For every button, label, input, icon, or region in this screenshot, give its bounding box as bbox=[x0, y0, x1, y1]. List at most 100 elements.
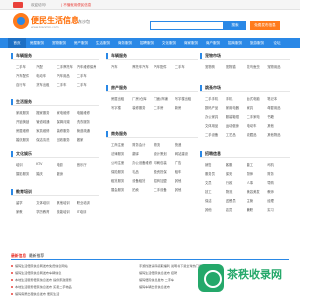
category-link[interactable]: 手机 bbox=[226, 96, 246, 101]
category-link[interactable]: 网站建设 bbox=[175, 151, 195, 156]
nav-item[interactable]: 首页 bbox=[8, 38, 26, 48]
category-link[interactable]: 服装鞋帽 bbox=[226, 114, 246, 119]
category-link[interactable]: 二手车 bbox=[57, 82, 76, 87]
category-link[interactable]: 其他物品 bbox=[267, 132, 287, 137]
category-link[interactable]: 摄影服务 bbox=[16, 171, 35, 176]
nav-item[interactable]: 房产服务 bbox=[70, 38, 92, 48]
category-link[interactable]: 二手设备 bbox=[205, 132, 225, 137]
category-link[interactable]: 设计策划 bbox=[154, 151, 174, 156]
category-link[interactable]: 写字楼 bbox=[111, 105, 131, 110]
category-link[interactable]: 司机 bbox=[267, 162, 287, 167]
category-link[interactable]: 留学 bbox=[16, 200, 35, 205]
category-link[interactable]: 职业培训 bbox=[77, 200, 96, 205]
category-link[interactable]: 厨师 bbox=[247, 171, 267, 176]
category-link[interactable]: 数码产品 bbox=[205, 105, 225, 110]
category-link[interactable]: 二手车 bbox=[77, 73, 96, 78]
nav-item[interactable]: 宠物服务 bbox=[48, 38, 70, 48]
category-link[interactable]: 主管 bbox=[247, 198, 267, 203]
nav-item[interactable]: 论坛 bbox=[268, 38, 286, 48]
category-link[interactable]: 管道疏通 bbox=[77, 128, 96, 133]
category-link[interactable]: 设备租赁 bbox=[132, 178, 152, 183]
category-link[interactable]: 新房 bbox=[175, 105, 195, 110]
category-link[interactable]: 二手设备 bbox=[154, 187, 174, 192]
nav-item[interactable]: 文化服务 bbox=[158, 38, 180, 48]
category-link[interactable]: 家用电器 bbox=[226, 105, 246, 110]
category-link[interactable]: 工商注册 bbox=[111, 142, 131, 147]
category-link[interactable]: 法律服务 bbox=[111, 151, 131, 156]
news-link[interactable]: 编码房屋出租信息发布 便民生活 bbox=[15, 291, 59, 296]
category-link[interactable]: 其他 bbox=[267, 123, 287, 128]
category-link[interactable]: 物流 bbox=[226, 189, 246, 194]
category-link[interactable]: 洗衣服务 bbox=[77, 119, 96, 124]
category-link[interactable]: 搬家服务 bbox=[36, 110, 55, 115]
nav-item[interactable]: 商户服务 bbox=[202, 38, 224, 48]
category-link[interactable]: 翻译 bbox=[132, 151, 152, 156]
category-link[interactable]: 兼职 bbox=[247, 207, 267, 212]
category-link[interactable]: 招商加盟 bbox=[154, 178, 174, 183]
category-link[interactable]: 家具维修 bbox=[36, 128, 55, 133]
category-link[interactable]: 培训 bbox=[16, 162, 35, 167]
search-input[interactable] bbox=[150, 21, 224, 30]
category-link[interactable]: 租赁服务 bbox=[111, 178, 131, 183]
category-link[interactable]: 收藏品 bbox=[247, 132, 267, 137]
category-link[interactable]: 服务员 bbox=[205, 171, 225, 176]
category-link[interactable]: 二手摩托车 bbox=[57, 64, 76, 69]
news-link[interactable]: 本地生活服务便民信息发布 买卖二手物品 bbox=[15, 284, 72, 289]
category-link[interactable]: 家教 bbox=[16, 209, 35, 214]
category-link[interactable]: 客服 bbox=[226, 162, 246, 167]
category-link[interactable]: 宠物猫 bbox=[226, 64, 246, 69]
category-link[interactable]: 房屋维修 bbox=[16, 128, 35, 133]
category-link[interactable]: 实习 bbox=[267, 207, 287, 212]
category-link[interactable]: 二手手机 bbox=[205, 96, 225, 101]
category-link[interactable]: 学历教育 bbox=[36, 209, 55, 214]
category-link[interactable]: 货车出租 bbox=[36, 82, 55, 87]
nav-item[interactable]: 房屋服务 bbox=[26, 38, 48, 48]
news-link[interactable]: 编码生活便民信息发布 招聘 bbox=[139, 270, 177, 275]
category-link[interactable]: 财务会计 bbox=[132, 142, 152, 147]
category-link[interactable]: 人事 bbox=[247, 180, 267, 185]
category-link[interactable]: 拍卖 bbox=[132, 187, 152, 192]
category-link[interactable]: 物流 bbox=[154, 142, 174, 147]
category-link[interactable]: 文员 bbox=[205, 180, 225, 185]
search-button[interactable]: 搜索 bbox=[224, 21, 246, 30]
category-link[interactable]: 笔记本 bbox=[267, 96, 287, 101]
category-link[interactable]: 行政 bbox=[226, 180, 246, 185]
category-link[interactable]: 花鸟鱼虫 bbox=[247, 64, 267, 69]
category-link[interactable]: 二手家电 bbox=[247, 114, 267, 119]
news-link[interactable]: 编码便民信息发布 二手车 bbox=[139, 277, 174, 282]
category-link[interactable]: 汽车配件 bbox=[154, 64, 174, 69]
category-link[interactable]: 文体用品 bbox=[205, 123, 225, 128]
category-link[interactable]: 保洁清洗 bbox=[36, 137, 55, 142]
category-link[interactable]: 财务 bbox=[267, 171, 287, 176]
category-link[interactable]: 汽车维修保养 bbox=[77, 64, 96, 69]
category-link[interactable]: 健身 bbox=[57, 171, 76, 176]
category-link[interactable]: 电影 bbox=[57, 162, 76, 167]
category-link[interactable]: 管道疏通 bbox=[36, 119, 55, 124]
category-link[interactable]: 书籍 bbox=[267, 114, 287, 119]
tab-latest[interactable]: 最新信息 bbox=[11, 253, 26, 259]
category-link[interactable]: 其他 bbox=[175, 178, 195, 183]
category-link[interactable]: 二手车 bbox=[175, 64, 195, 69]
nav-item[interactable]: 招聘服务 bbox=[136, 38, 158, 48]
category-link[interactable]: 宠物用品 bbox=[267, 64, 287, 69]
category-link[interactable]: 广告 bbox=[175, 160, 195, 165]
post-info-button[interactable]: 免费发布信息 bbox=[250, 21, 280, 30]
category-link[interactable]: 家具 bbox=[247, 105, 267, 110]
nav-item[interactable]: 招商服务 bbox=[224, 38, 246, 48]
category-link[interactable]: 汽配 bbox=[36, 64, 55, 69]
category-link[interactable]: 教师 bbox=[267, 189, 287, 194]
category-link[interactable]: 回收服务 bbox=[57, 137, 76, 142]
news-link[interactable]: 编码生活便民信息网发布免费信息网站 bbox=[15, 263, 68, 268]
category-link[interactable]: IT培训 bbox=[77, 209, 96, 214]
category-link[interactable]: 工艺品 bbox=[226, 132, 246, 137]
tab-recommend[interactable]: 最新推荐 bbox=[29, 253, 44, 259]
category-link[interactable]: 保洁 bbox=[205, 198, 225, 203]
category-link[interactable]: 其他 bbox=[205, 207, 225, 212]
category-link[interactable]: 电脑维修 bbox=[77, 110, 96, 115]
category-link[interactable]: 其他培训 bbox=[57, 200, 76, 205]
category-link[interactable]: 母婴用品 bbox=[267, 105, 287, 110]
category-link[interactable]: 印刷包装 bbox=[154, 160, 174, 165]
category-link[interactable]: 二手车 bbox=[77, 82, 96, 87]
category-link[interactable]: 音乐厅 bbox=[77, 162, 96, 167]
category-link[interactable]: KTV bbox=[36, 162, 55, 166]
